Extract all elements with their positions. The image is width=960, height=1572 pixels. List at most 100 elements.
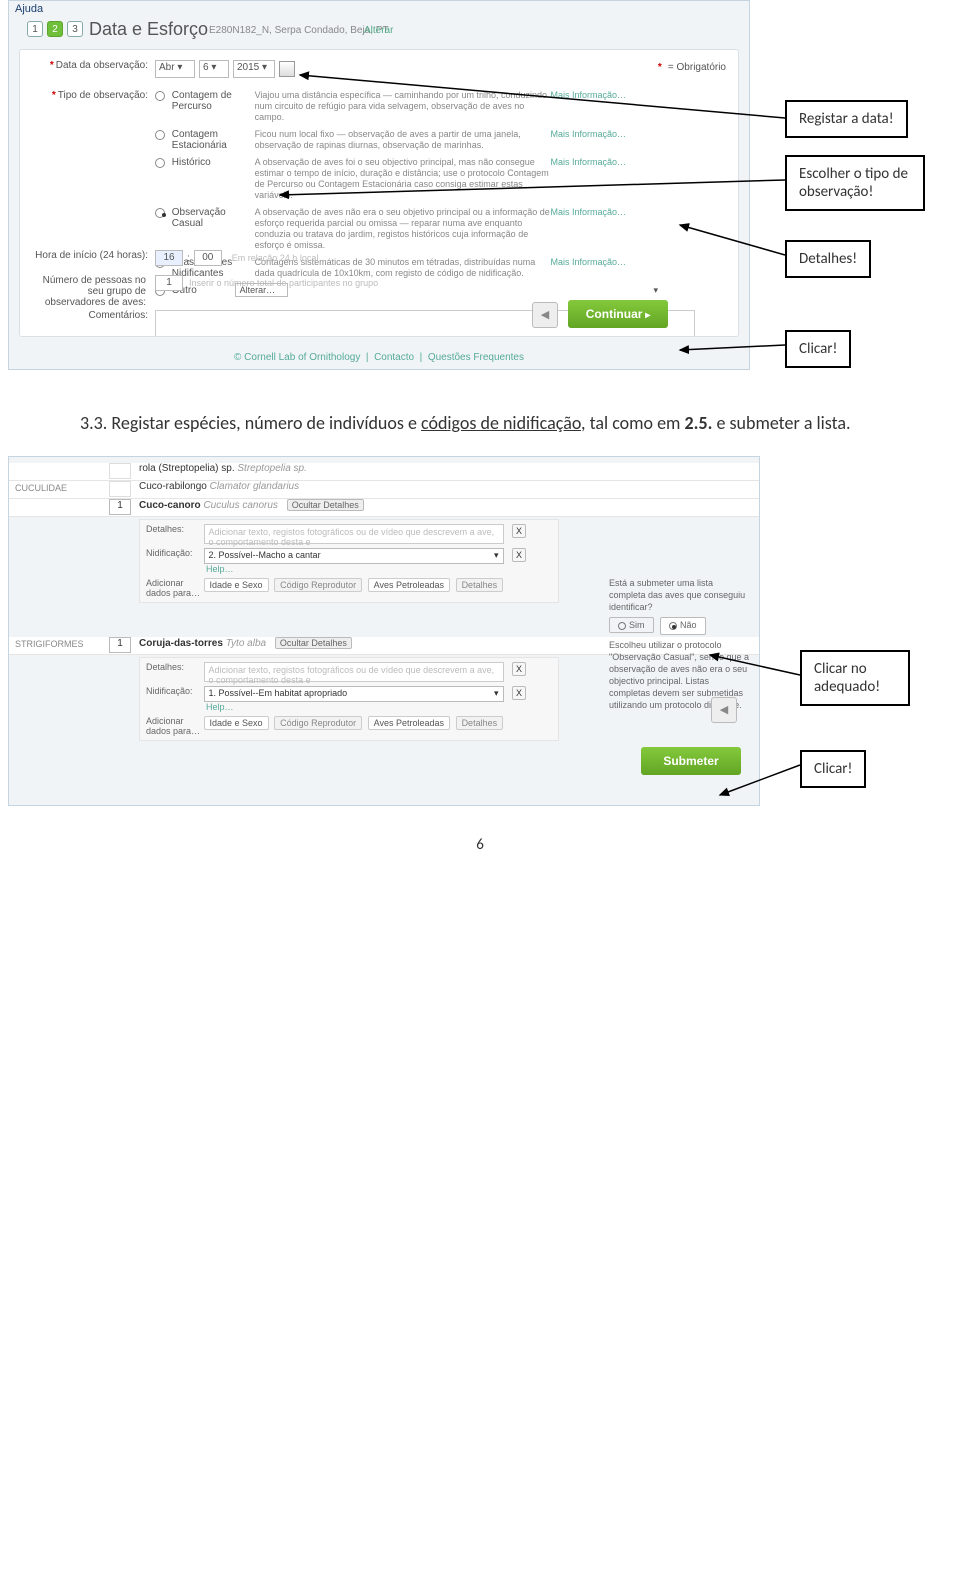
select-month[interactable]: Abr ▾: [155, 60, 195, 78]
label-time: Hora de início (24 horas):: [35, 250, 148, 261]
callout-click: Clicar!: [785, 330, 851, 368]
radio-casual[interactable]: [155, 208, 165, 218]
count-input[interactable]: 1: [109, 637, 131, 653]
help-link[interactable]: Ajuda: [15, 3, 43, 15]
label-comments: Comentários:: [89, 310, 148, 321]
doc-paragraph: 3.3. Registar espécies, número de indiví…: [80, 410, 880, 436]
close-icon[interactable]: X: [512, 548, 526, 562]
radio-percurso-desc: Viajou uma distância específica — caminh…: [255, 90, 555, 123]
label-add-for: Adicionar dados para…: [146, 716, 201, 736]
close-icon[interactable]: X: [512, 686, 526, 700]
continue-button[interactable]: Continuar: [568, 300, 668, 328]
radio-casual-label: Observação Casual: [172, 207, 252, 229]
time-hint: Em relação 24 h local: [232, 253, 319, 263]
complete-list-question: Está a submeter uma lista completa das a…: [609, 577, 749, 613]
more-info-link[interactable]: Mais Informação…: [550, 129, 626, 139]
label-details: Detalhes:: [146, 524, 201, 534]
input-people[interactable]: 1: [155, 275, 183, 291]
people-hint: Inserir o número total de participantes …: [189, 278, 378, 288]
more-info-link[interactable]: Mais Informação…: [550, 157, 626, 167]
label-nidification: Nidificação:: [146, 686, 201, 696]
radio-sim[interactable]: Sim: [609, 617, 654, 633]
radio-nao[interactable]: Não: [660, 617, 706, 635]
label-date: *Data da observação:: [50, 60, 148, 71]
callout-click-submit: Clicar!: [800, 750, 866, 788]
page-title: Data e Esforço: [89, 19, 208, 40]
step-2[interactable]: 2: [47, 21, 63, 37]
callout-choose-type: Escolher o tipo de observação!: [785, 155, 925, 211]
help-link[interactable]: Help…: [206, 702, 552, 712]
more-info-link[interactable]: Mais Informação…: [550, 207, 626, 217]
radio-casual-desc: A observação de aves não era o seu objet…: [255, 207, 555, 251]
callout-register-date: Registar a data!: [785, 100, 908, 138]
species-name[interactable]: Cuco-canoro Cuculus canorus Ocultar Deta…: [139, 499, 364, 511]
location-text: E280N182_N, Serpa Condado, Beja, PT: [209, 25, 389, 36]
textarea-details[interactable]: Adicionar texto, registos fotográficos o…: [204, 524, 504, 544]
select-nidification[interactable]: 2. Possível--Macho a cantar▾: [204, 548, 504, 564]
screenshot-date-effort: Ajuda 1 2 3 Data e Esforço E280N182_N, S…: [8, 0, 750, 370]
input-hour[interactable]: 16: [155, 250, 183, 266]
calendar-icon[interactable]: [279, 61, 295, 77]
label-type: *Tipo de observação:: [52, 90, 148, 101]
select-year[interactable]: 2015 ▾: [233, 60, 275, 78]
more-info-link[interactable]: Mais Informação…: [550, 90, 626, 100]
submit-sidebar: Está a submeter uma lista completa das a…: [609, 577, 749, 711]
radio-estacionaria[interactable]: [155, 130, 165, 140]
radio-estacionaria-desc: Ficou num local fixo — observação de ave…: [255, 129, 555, 151]
footer-contact[interactable]: Contacto: [374, 352, 414, 363]
species-name[interactable]: rola (Streptopelia) sp. Streptopelia sp.: [139, 463, 307, 474]
back-button[interactable]: [711, 697, 737, 723]
radio-historico-desc: A observação de aves foi o seu objectivo…: [255, 157, 555, 201]
step-indicator: 1 2 3: [27, 21, 83, 37]
screenshot-species-list: rola (Streptopelia) sp. Streptopelia sp.…: [8, 456, 760, 806]
pill-age-sex[interactable]: Idade e Sexo: [204, 716, 269, 730]
count-input[interactable]: [109, 481, 131, 497]
select-day[interactable]: 6 ▾: [199, 60, 229, 78]
form-panel: *= Obrigatório *Data da observação: Abr …: [19, 49, 739, 337]
count-input[interactable]: [109, 463, 131, 479]
radio-historico[interactable]: [155, 158, 165, 168]
callout-details: Detalhes!: [785, 240, 871, 278]
required-legend: *= Obrigatório: [658, 62, 726, 73]
textarea-details[interactable]: Adicionar texto, registos fotográficos o…: [204, 662, 504, 682]
step-3[interactable]: 3: [67, 21, 83, 37]
count-input[interactable]: 1: [109, 499, 131, 515]
close-icon[interactable]: X: [512, 524, 526, 538]
close-icon[interactable]: X: [512, 662, 526, 676]
input-minute[interactable]: 00: [194, 250, 222, 266]
species-name[interactable]: Coruja-das-torres Tyto alba Ocultar Deta…: [139, 637, 352, 649]
family-header: CUCULIDAE: [15, 483, 67, 493]
pill-breeding-code[interactable]: Código Reprodutor: [274, 578, 362, 592]
help-link[interactable]: Help…: [206, 564, 552, 574]
footer-cornell[interactable]: © Cornell Lab of Ornithology: [234, 352, 360, 363]
radio-percurso-label: Contagem de Percurso: [172, 90, 252, 112]
label-nidification: Nidificação:: [146, 548, 201, 558]
pill-oiled-birds[interactable]: Aves Petroleadas: [368, 578, 450, 592]
more-info-link[interactable]: Mais Informação…: [550, 257, 626, 267]
radio-percurso[interactable]: [155, 91, 165, 101]
footer-faq[interactable]: Questões Frequentes: [428, 352, 524, 363]
species-name[interactable]: Cuco-rabilongo Clamator glandarius: [139, 481, 299, 492]
pill-age-sex[interactable]: Idade e Sexo: [204, 578, 269, 592]
page-number: 6: [0, 836, 960, 854]
pill-oiled-birds[interactable]: Aves Petroleadas: [368, 716, 450, 730]
pill-breeding-code[interactable]: Código Reprodutor: [274, 716, 362, 730]
label-people: Número de pessoas no seu grupo de observ…: [26, 275, 146, 308]
family-header: STRIGIFORMES: [15, 639, 84, 649]
change-location-link[interactable]: Alterar: [364, 25, 393, 36]
back-button[interactable]: [532, 302, 558, 328]
details-block: Detalhes: Adicionar texto, registos foto…: [139, 657, 559, 741]
label-details: Detalhes:: [146, 662, 201, 672]
pill-details[interactable]: Detalhes: [456, 716, 504, 730]
callout-click-adequate: Clicar no adequado!: [800, 650, 910, 706]
footer-links: © Cornell Lab of Ornithology | Contacto …: [9, 352, 749, 363]
step-1[interactable]: 1: [27, 21, 43, 37]
select-nidification[interactable]: 1. Possível--Em habitat apropriado▾: [204, 686, 504, 702]
submit-button[interactable]: Submeter: [641, 747, 741, 775]
radio-estacionaria-label: Contagem Estacionária: [172, 129, 252, 151]
pill-details[interactable]: Detalhes: [456, 578, 504, 592]
radio-historico-label: Histórico: [172, 157, 252, 168]
hide-details-button[interactable]: Ocultar Detalhes: [275, 637, 352, 649]
details-block: Detalhes: Adicionar texto, registos foto…: [139, 519, 559, 603]
hide-details-button[interactable]: Ocultar Detalhes: [287, 499, 364, 511]
